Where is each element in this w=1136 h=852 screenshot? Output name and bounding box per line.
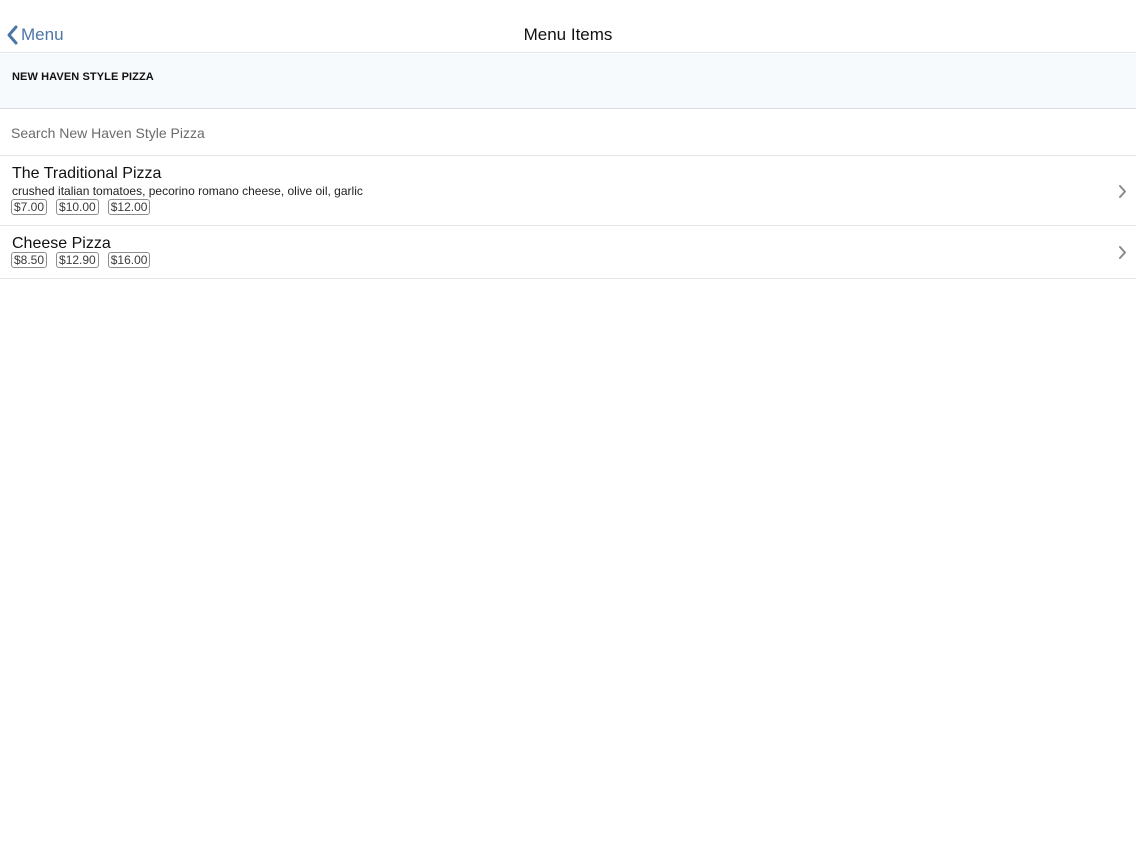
menu-item-name: The Traditional Pizza	[12, 165, 162, 182]
price-badge: $12.00	[107, 199, 151, 215]
menu-item-prices: $7.00 $10.00 $12.00	[11, 199, 159, 215]
chevron-right-icon	[1119, 246, 1126, 259]
page-title: Menu Items	[523, 25, 613, 44]
price-badge: $10.00	[56, 199, 99, 215]
section-header: NEW HAVEN STYLE PIZZA	[0, 54, 1136, 109]
menu-item-row[interactable]: Cheese Pizza $8.50 $12.90 $16.00	[0, 226, 1136, 279]
navigation-bar: Menu Menu Items	[0, 0, 1136, 53]
price-badge: $7.00	[11, 199, 48, 215]
search-bar	[0, 110, 1136, 156]
menu-item-name: Cheese Pizza	[12, 235, 111, 252]
chevron-right-icon	[1119, 185, 1126, 198]
menu-item-description: crushed italian tomatoes, pecorino roman…	[12, 184, 363, 198]
search-input[interactable]	[11, 122, 1121, 144]
price-badge: $12.90	[56, 252, 99, 268]
menu-item-prices: $8.50 $12.90 $16.00	[11, 252, 159, 268]
price-badge: $16.00	[107, 252, 151, 268]
price-badge: $8.50	[11, 252, 48, 268]
section-title: NEW HAVEN STYLE PIZZA	[12, 71, 154, 83]
menu-item-row[interactable]: The Traditional Pizza crushed italian to…	[0, 156, 1136, 226]
